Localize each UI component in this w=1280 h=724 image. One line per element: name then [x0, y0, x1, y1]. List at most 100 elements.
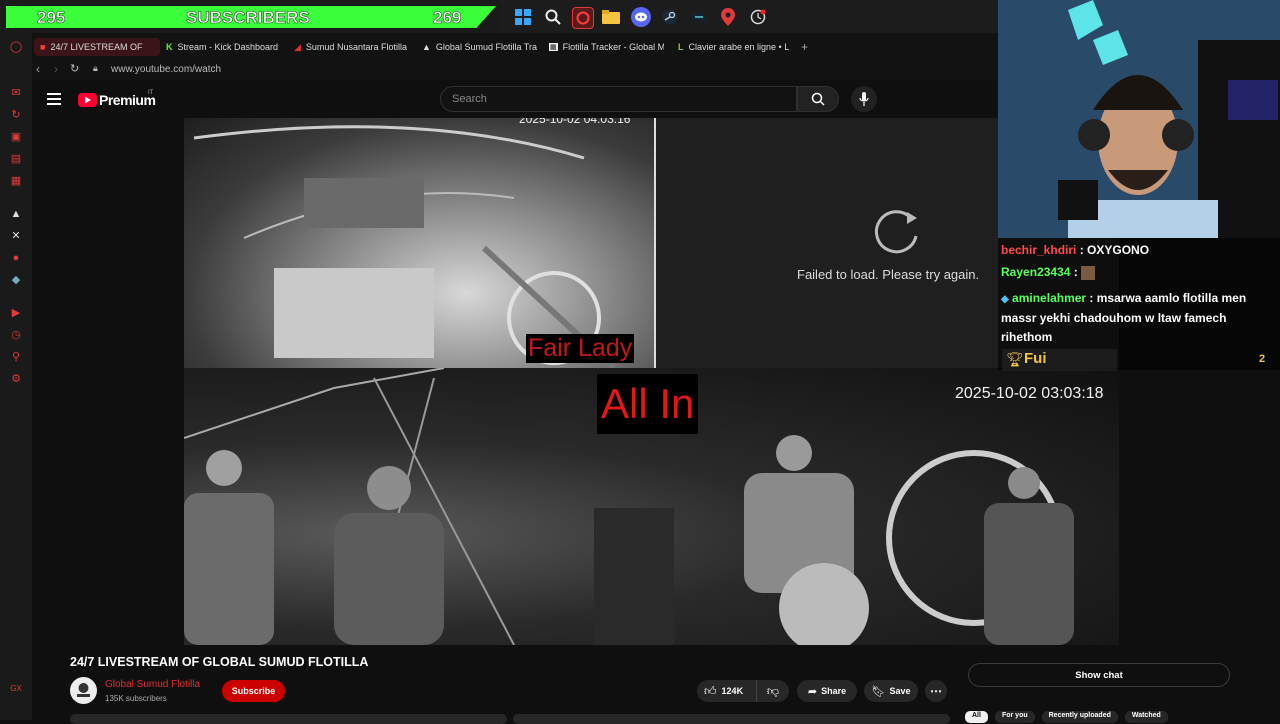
windows-start-icon[interactable] — [513, 7, 533, 27]
discord-icon[interactable] — [631, 7, 651, 27]
gx-icon[interactable]: GX — [9, 682, 23, 696]
chat-message: bechir_khdiri : OXYGONO — [1001, 243, 1150, 257]
chip-all[interactable]: All — [965, 711, 988, 723]
tab-label: Flotilla Tracker - Global M — [562, 42, 664, 52]
video-title: 24/7 LIVESTREAM OF GLOBAL SUMUD FLOTILLA — [70, 655, 369, 669]
chat-message: ◆ aminelahmer : msarwa aamlo flotilla me… — [1001, 291, 1247, 344]
dislike-button[interactable]: 👎︎ — [756, 680, 789, 702]
x-twitter-icon[interactable]: ✕ — [9, 229, 23, 243]
sub-count-right: 269 — [433, 8, 462, 28]
tab-youtube[interactable]: ■ 24/7 LIVESTREAM OF — [34, 38, 160, 56]
url-field[interactable]: www.youtube.com/watch — [111, 64, 221, 75]
trophy-icon: 🏆︎ — [1006, 351, 1024, 367]
youtube-tab-icon: ■ — [40, 42, 46, 52]
tab-kick[interactable]: K Stream - Kick Dashboard — [166, 38, 284, 56]
show-chat-label: Show chat — [1075, 669, 1123, 681]
chat-icon[interactable]: ▤ — [9, 152, 23, 166]
steam-icon[interactable] — [660, 7, 680, 27]
microphone-icon — [859, 92, 869, 106]
music-icon[interactable]: ▦ — [9, 174, 23, 188]
extension-icon[interactable]: ▲ — [9, 207, 23, 221]
more-actions-icon[interactable]: ⋯ — [925, 680, 947, 702]
chip-recently-uploaded[interactable]: Recently uploaded — [1041, 711, 1118, 723]
tab-clavier-arabe[interactable]: L Clavier arabe en ligne • L — [678, 38, 793, 56]
sub-count-left: 295 — [37, 8, 66, 28]
triangle-icon: ▲ — [422, 42, 431, 52]
lock-icon: 🔒︎ — [93, 63, 98, 73]
opera-gx-icon[interactable] — [572, 7, 594, 29]
tab-flotilla-tracker[interactable]: ▲ Global Sumud Flotilla Tra — [422, 38, 537, 56]
chat-message: Rayen23434 : — [1001, 265, 1096, 280]
opera-logo-icon[interactable]: ◯ — [9, 40, 23, 54]
camera-feed-fair-lady: 2025-10-02 04:03:16 Fair Lady — [184, 118, 654, 368]
thumbs-up-icon: 👍︎ — [704, 683, 717, 698]
streamer-webcam — [998, 0, 1280, 238]
back-icon[interactable]: ‹ — [36, 62, 40, 76]
timestamp-bottom: 2025-10-02 03:03:18 — [955, 385, 1104, 402]
youtube-logo-icon[interactable] — [78, 93, 97, 107]
chip-for-you[interactable]: For you — [994, 711, 1035, 723]
history-icon[interactable]: ◷ — [9, 328, 23, 342]
bag-icon[interactable]: ▣ — [9, 130, 23, 144]
pin-icon[interactable]: ⚲ — [9, 350, 23, 364]
share-icon: ➦ — [807, 685, 818, 698]
clock-icon[interactable] — [748, 7, 768, 27]
reload-spinner-icon[interactable] — [871, 206, 921, 261]
search-icon[interactable] — [543, 7, 563, 27]
player-icon[interactable]: ▶ — [9, 306, 23, 320]
tab-flotilla-tracker-global[interactable]: ▦ Flotilla Tracker - Global M — [549, 38, 664, 56]
boat-label-all-in: All In — [597, 374, 699, 434]
tab-label: Clavier arabe en ligne • L — [688, 42, 790, 52]
map-pin-icon[interactable] — [718, 7, 738, 27]
channel-name[interactable]: Global Sumud Flotilla — [105, 679, 200, 690]
forward-icon[interactable]: › — [54, 62, 58, 76]
webcam-illustration — [998, 0, 1280, 238]
save-button[interactable]: 🔖︎ Save — [864, 680, 918, 702]
kick-icon: K — [166, 42, 173, 52]
description-box[interactable] — [70, 714, 507, 724]
subscribe-button[interactable]: Subscribe — [222, 680, 285, 702]
camera-feed-all-in: All In 2025-10-02 03:03:18 — [184, 368, 1119, 645]
reload-icon[interactable]: ↻ — [70, 62, 79, 75]
channel-avatar[interactable] — [70, 677, 97, 704]
like-count: 124K — [721, 686, 744, 696]
share-button[interactable]: ➦ Share — [797, 680, 857, 702]
goal-count: 2 — [1259, 353, 1266, 365]
thumbs-down-icon: 👎︎ — [766, 683, 780, 698]
youtube-premium-logo[interactable]: Premium — [99, 92, 156, 108]
failed-to-load-message: Failed to load. Please try again. — [797, 267, 980, 282]
video-player[interactable]: 2025-10-02 04:03:16 Fair Lady Failed to … — [184, 118, 1119, 645]
search-input[interactable]: Search — [440, 86, 797, 112]
tab-label: 24/7 LIVESTREAM OF — [50, 42, 143, 52]
tab-label: Global Sumud Flotilla Tra — [435, 42, 537, 52]
app-icon[interactable] — [689, 7, 709, 27]
search-placeholder: Search — [452, 93, 487, 105]
menu-icon[interactable] — [47, 93, 61, 105]
show-chat-button[interactable]: Show chat — [968, 663, 1230, 687]
tab-sumud-nusantara[interactable]: ◢ Sumud Nusantara Flotilla — [294, 38, 409, 56]
chat-overlay: bechir_khdiri : OXYGONO Rayen23434 : ◆ a… — [998, 238, 1280, 371]
chip-watched[interactable]: Watched — [1124, 711, 1168, 723]
timestamp-top: 2025-10-02 04:03:16 — [519, 118, 631, 126]
search-button-icon — [811, 92, 825, 106]
search-button[interactable] — [797, 86, 839, 112]
badge-icon: ◆ — [1001, 294, 1009, 305]
new-tab-button[interactable]: + — [801, 40, 808, 54]
subscriber-count: 135K subscribers — [105, 694, 167, 703]
folder-icon[interactable] — [601, 7, 621, 27]
tab-label: Sumud Nusantara Flotilla — [305, 42, 407, 52]
whatsapp-icon[interactable]: ● — [9, 251, 23, 265]
refresh-icon[interactable]: ↻ — [9, 108, 23, 122]
shield-icon[interactable]: ◆ — [9, 273, 23, 287]
subscribe-label: Subscribe — [231, 686, 276, 696]
boat-label-fair-lady: Fair Lady — [526, 334, 635, 363]
settings-icon[interactable]: ⚙ — [9, 372, 23, 386]
chat-text: OXYGONO — [1087, 243, 1150, 257]
bookmark-icon: 🔖︎ — [871, 685, 886, 698]
like-button[interactable]: 👍︎ 124K — [697, 680, 754, 702]
description-box-secondary[interactable] — [513, 714, 950, 724]
voice-search-button[interactable] — [851, 86, 877, 112]
tab-label: Stream - Kick Dashboard — [177, 42, 279, 52]
mail-icon[interactable]: ✉ — [9, 86, 23, 100]
grid-icon: ▦ — [549, 43, 558, 51]
